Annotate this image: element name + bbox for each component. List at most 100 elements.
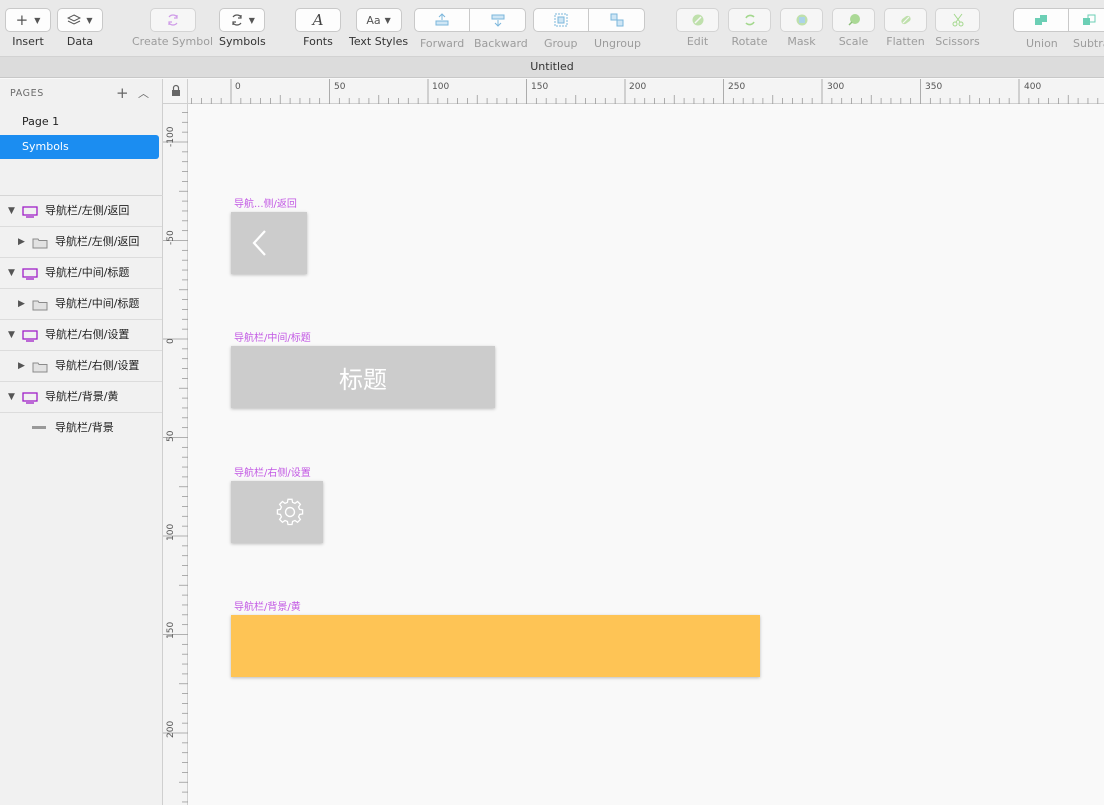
symbol-artboard-icon [22, 392, 38, 404]
disclosure-triangle-icon[interactable]: ▼ [8, 258, 15, 288]
scissors-button[interactable] [935, 8, 980, 32]
symbols-tool[interactable]: ▼ Symbols [219, 8, 266, 48]
ruler-label: 50 [166, 430, 176, 442]
symbol-icon [232, 14, 242, 26]
folder-icon [32, 362, 48, 373]
fonts-button[interactable]: A [295, 8, 341, 32]
text-styles-label: Text Styles [349, 35, 409, 48]
layer-name: 导航栏/背景 [55, 421, 114, 434]
arrange-segment [414, 8, 526, 32]
layer-name: 导航栏/右侧/设置 [55, 359, 140, 372]
artboard-label[interactable]: 导航...侧/返回 [234, 195, 297, 210]
union-label: Union [1026, 37, 1058, 50]
artboard-label[interactable]: 导航栏/中间/标题 [234, 329, 311, 344]
edit-button[interactable] [676, 8, 719, 32]
ungroup-button[interactable] [589, 8, 645, 32]
backward-label: Backward [474, 37, 528, 50]
group-button[interactable] [533, 8, 589, 32]
fonts-tool[interactable]: A Fonts [295, 8, 341, 48]
create-symbol-tool[interactable]: Create Symbol [132, 8, 213, 48]
page-item-symbols[interactable]: Symbols [0, 135, 159, 159]
layer-name: 导航栏/背景/黄 [45, 390, 119, 403]
canvas[interactable]: 导航...侧/返回 导航栏/中间/标题 标题 导航栏/右侧/设置 导航栏/背景/… [189, 105, 1104, 805]
flatten-tool[interactable]: Flatten [884, 8, 927, 48]
rotate-label: Rotate [731, 35, 768, 48]
artboard-nav-background-yellow[interactable] [231, 615, 760, 677]
plus-icon: + [15, 11, 29, 29]
text-styles-tool[interactable]: Aa ▼ Text Styles [349, 8, 408, 48]
artboard-nav-left-back[interactable] [231, 212, 307, 274]
union-icon [1035, 15, 1047, 25]
scale-button[interactable] [832, 8, 875, 32]
ruler-label: 100 [432, 82, 450, 92]
data-label: Data [66, 35, 94, 48]
disclosure-triangle-icon[interactable]: ▼ [8, 320, 15, 350]
disclosure-triangle-icon[interactable]: ▶ [18, 351, 25, 381]
insert-label: Insert [12, 35, 44, 48]
vertical-ruler[interactable]: -100 -50 0 50 100 150 200 [163, 104, 188, 805]
layers-icon [67, 14, 82, 25]
artboard-label[interactable]: 导航栏/背景/黄 [234, 598, 301, 613]
insert-tool[interactable]: + ▼ Insert [5, 8, 51, 48]
layers-sidebar: PAGES + ︿ Page 1 Symbols ▼ 导航栏/左侧/返回 ▶ 导… [0, 79, 163, 805]
rotate-button[interactable] [728, 8, 771, 32]
chevron-down-icon: ▼ [86, 15, 93, 25]
mask-tool[interactable]: Mask [780, 8, 823, 48]
text-styles-button[interactable]: Aa ▼ [355, 8, 402, 32]
page-item-page-1[interactable]: Page 1 [0, 110, 159, 134]
chevron-up-icon[interactable]: ︿ [138, 85, 149, 101]
lock-icon [172, 84, 180, 96]
layer-row-group[interactable]: ▶ 导航栏/右侧/设置 [0, 351, 162, 382]
layer-row-artboard[interactable]: ▼ 导航栏/右侧/设置 [0, 320, 162, 351]
data-tool[interactable]: ▼ Data [57, 8, 103, 48]
ruler-label: 350 [925, 82, 943, 92]
ruler-corner[interactable] [163, 79, 188, 104]
artboard-nav-center-title[interactable]: 标题 [231, 346, 495, 408]
data-button[interactable]: ▼ [57, 8, 103, 32]
layer-name: 导航栏/左侧/返回 [55, 235, 140, 248]
layer-row-group[interactable]: ▶ 导航栏/左侧/返回 [0, 227, 162, 258]
chevron-down-icon: ▼ [384, 15, 391, 25]
insert-button[interactable]: + ▼ [5, 8, 51, 32]
rotate-tool[interactable]: Rotate [728, 8, 771, 48]
mask-button[interactable] [780, 8, 823, 32]
create-symbol-button[interactable] [149, 8, 196, 32]
disclosure-triangle-icon[interactable]: ▼ [8, 382, 15, 412]
scissors-label: Scissors [935, 35, 980, 48]
boolean-segment [1013, 8, 1104, 32]
backward-button[interactable] [470, 8, 526, 32]
chevron-down-icon: ▼ [34, 15, 41, 25]
font-italic-icon: A [312, 11, 324, 29]
scale-label: Scale [838, 35, 869, 48]
ruler-label: 250 [728, 82, 746, 92]
subtract-button[interactable] [1069, 8, 1104, 32]
edit-tool[interactable]: Edit [676, 8, 719, 48]
horizontal-ruler[interactable]: 0 50 100 150 200 250 300 350 400 [188, 79, 1104, 104]
add-page-icon[interactable]: + [116, 85, 129, 101]
layer-row-artboard[interactable]: ▼ 导航栏/中间/标题 [0, 258, 162, 289]
disclosure-triangle-icon[interactable]: ▼ [8, 196, 15, 226]
ruler-label: -100 [166, 126, 176, 147]
layer-row-rectangle[interactable]: 导航栏/背景 [0, 413, 162, 444]
layer-row-artboard[interactable]: ▼ 导航栏/背景/黄 [0, 382, 162, 413]
chevron-down-icon: ▼ [248, 15, 255, 25]
union-button[interactable] [1013, 8, 1069, 32]
symbols-button[interactable]: ▼ [219, 8, 266, 32]
flatten-button[interactable] [884, 8, 927, 32]
layer-row-group[interactable]: ▶ 导航栏/中间/标题 [0, 289, 162, 320]
scale-tool[interactable]: Scale [832, 8, 875, 48]
flatten-icon [900, 15, 911, 25]
scissors-tool[interactable]: Scissors [935, 8, 980, 48]
document-title: Untitled [0, 57, 1104, 78]
vertical-ruler-ticks [163, 112, 188, 803]
layer-row-artboard[interactable]: ▼ 导航栏/左侧/返回 [0, 196, 162, 227]
backward-icon [491, 14, 504, 27]
artboard-nav-right-settings[interactable] [231, 481, 323, 543]
ungroup-icon [610, 13, 623, 27]
forward-button[interactable] [414, 8, 470, 32]
artboard-label[interactable]: 导航栏/右侧/设置 [234, 464, 311, 479]
disclosure-triangle-icon[interactable]: ▶ [18, 227, 25, 257]
disclosure-triangle-icon[interactable]: ▶ [18, 289, 25, 319]
nav-title-text: 标题 [339, 365, 387, 394]
mask-label: Mask [787, 35, 816, 48]
